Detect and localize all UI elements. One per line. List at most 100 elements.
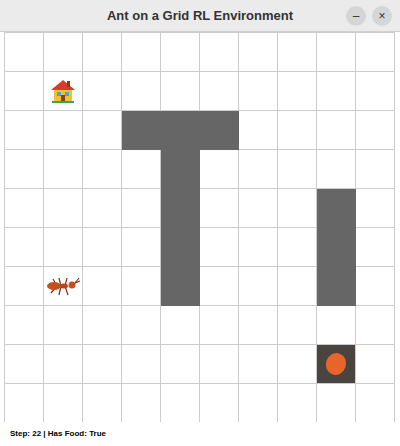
grid-cell — [83, 111, 122, 150]
grid-cell — [356, 345, 395, 384]
grid-cell — [239, 306, 278, 345]
grid-cell — [317, 306, 356, 345]
grid-cell — [278, 189, 317, 228]
grid-cell — [161, 72, 200, 111]
grid-cell — [83, 72, 122, 111]
grid-cell — [356, 189, 395, 228]
grid-cell — [200, 228, 239, 267]
grid-cell — [161, 306, 200, 345]
grid-cell — [44, 111, 83, 150]
grid-cell — [161, 345, 200, 384]
title-bar: Ant on a Grid RL Environment –× — [0, 0, 400, 32]
grid-cell — [122, 72, 161, 111]
grid-cell — [200, 72, 239, 111]
wall-cell — [317, 267, 356, 306]
grid-cell — [278, 228, 317, 267]
grid-cell — [44, 33, 83, 72]
grid-cell — [239, 267, 278, 306]
grid-cell — [200, 384, 239, 423]
grid-cell — [5, 228, 44, 267]
grid-cell — [122, 306, 161, 345]
grid-cell — [317, 33, 356, 72]
grid-cell — [278, 72, 317, 111]
grid-cell — [200, 306, 239, 345]
grid-cell — [239, 72, 278, 111]
wall-cell — [161, 228, 200, 267]
grid-cell — [44, 384, 83, 423]
grid-cell — [5, 267, 44, 306]
grid-cell — [5, 345, 44, 384]
grid-cell — [83, 306, 122, 345]
grid-cell — [44, 345, 83, 384]
grid-cell — [122, 267, 161, 306]
grid-cell — [83, 345, 122, 384]
grid-cell — [122, 345, 161, 384]
grid-cell — [83, 267, 122, 306]
house-icon — [49, 78, 77, 104]
grid-cell — [356, 33, 395, 72]
grid-cell — [44, 72, 83, 111]
grid-cell — [200, 33, 239, 72]
status-text: Step: 22 | Has Food: True — [10, 428, 106, 440]
grid-cell — [122, 150, 161, 189]
grid-cell — [356, 384, 395, 423]
grid-cell — [44, 228, 83, 267]
grid-cell — [356, 228, 395, 267]
grid-cell — [317, 111, 356, 150]
grid-cell — [161, 33, 200, 72]
grid-cell — [278, 345, 317, 384]
window-title: Ant on a Grid RL Environment — [107, 6, 293, 26]
close-button[interactable]: × — [372, 6, 392, 26]
grid-cell — [317, 345, 356, 384]
grid-cell — [239, 345, 278, 384]
grid-cell — [278, 33, 317, 72]
grid-cell — [317, 150, 356, 189]
grid-cell — [239, 33, 278, 72]
grid-area — [0, 32, 400, 422]
grid-cell — [83, 33, 122, 72]
grid-cell — [239, 228, 278, 267]
grid-cell — [5, 111, 44, 150]
grid — [4, 32, 395, 422]
grid-cell — [83, 384, 122, 423]
window-controls: –× — [346, 6, 392, 26]
ant-icon — [45, 275, 81, 297]
minimize-button[interactable]: – — [346, 6, 366, 26]
grid-cell — [356, 150, 395, 189]
wall-cell — [161, 150, 200, 189]
grid-cell — [239, 111, 278, 150]
grid-cell — [200, 189, 239, 228]
grid-cell — [278, 111, 317, 150]
grid-cell — [44, 306, 83, 345]
grid-cell — [200, 150, 239, 189]
grid-cell — [161, 384, 200, 423]
wall-cell — [200, 111, 239, 150]
food-icon — [317, 345, 355, 383]
grid-cell — [44, 267, 83, 306]
grid-cell — [317, 72, 356, 111]
grid-cell — [44, 150, 83, 189]
grid-cell — [317, 384, 356, 423]
grid-cell — [239, 189, 278, 228]
grid-cell — [200, 267, 239, 306]
grid-cell — [5, 72, 44, 111]
grid-cell — [200, 345, 239, 384]
food-blob-icon — [323, 350, 349, 378]
grid-cell — [278, 384, 317, 423]
grid-cell — [122, 33, 161, 72]
wall-cell — [317, 189, 356, 228]
grid-cell — [5, 189, 44, 228]
grid-cell — [239, 384, 278, 423]
grid-cell — [356, 267, 395, 306]
grid-cell — [278, 267, 317, 306]
grid-cell — [278, 306, 317, 345]
status-bar: Step: 22 | Has Food: True — [0, 422, 400, 446]
grid-cell — [356, 111, 395, 150]
grid-cell — [122, 384, 161, 423]
grid-cell — [356, 72, 395, 111]
grid-cell — [356, 306, 395, 345]
wall-cell — [122, 111, 161, 150]
grid-cell — [44, 189, 83, 228]
wall-cell — [161, 111, 200, 150]
grid-cell — [122, 228, 161, 267]
